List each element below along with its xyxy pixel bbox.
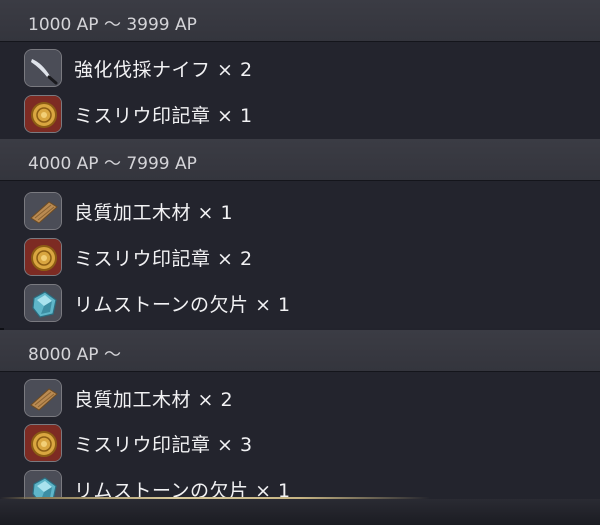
tier-header-1: 1000 AP ～ 3999 AP <box>0 0 600 42</box>
ap-rewards-panel: 1000 AP ～ 3999 AP 強化伐採ナイフ × 2 ミスリウ印記章 × … <box>0 0 600 525</box>
reward-row: 強化伐採ナイフ × 2 <box>18 45 600 91</box>
mythril-seal-icon <box>24 95 62 133</box>
reward-row: リムストーンの欠片 × 1 <box>18 280 600 326</box>
reward-label: リムストーンの欠片 × 1 <box>74 294 291 316</box>
reward-label: ミスリウ印記章 × 3 <box>74 434 253 456</box>
tier-rewards-2: 良質加工木材 × 1 ミスリウ印記章 × 2 リムストーンの欠片 × 1 <box>0 181 600 328</box>
tier-range-label: 4000 AP ～ 7999 AP <box>28 154 197 174</box>
tier-range-label: 1000 AP ～ 3999 AP <box>28 15 197 35</box>
reward-row: 良質加工木材 × 1 <box>18 188 600 234</box>
reward-label: ミスリウ印記章 × 1 <box>74 105 253 127</box>
reward-label: 強化伐採ナイフ × 2 <box>74 59 253 81</box>
crystal-shard-icon <box>24 284 62 322</box>
knife-icon <box>24 49 62 87</box>
lumber-icon <box>24 379 62 417</box>
tier-header-2: 4000 AP ～ 7999 AP <box>0 139 600 181</box>
bottom-frame <box>0 499 600 525</box>
tier-rewards-1: 強化伐採ナイフ × 2 ミスリウ印記章 × 1 <box>0 42 600 139</box>
reward-row: ミスリウ印記章 × 1 <box>18 91 600 137</box>
lumber-icon <box>24 192 62 230</box>
tier-range-label: 8000 AP ～ <box>28 345 121 365</box>
reward-label: 良質加工木材 × 1 <box>74 202 234 224</box>
reward-row: ミスリウ印記章 × 3 <box>18 420 600 466</box>
tier-rewards-3: 良質加工木材 × 2 ミスリウ印記章 × 3 リムストーンの欠片 × 1 <box>0 372 600 508</box>
reward-row: 良質加工木材 × 2 <box>18 375 600 421</box>
reward-label: ミスリウ印記章 × 2 <box>74 248 253 270</box>
mythril-seal-icon <box>24 424 62 462</box>
reward-label: 良質加工木材 × 2 <box>74 389 234 411</box>
reward-row: ミスリウ印記章 × 2 <box>18 234 600 280</box>
tier-header-3: 8000 AP ～ <box>0 330 600 372</box>
mythril-seal-icon <box>24 238 62 276</box>
gold-accent-line <box>0 497 430 499</box>
